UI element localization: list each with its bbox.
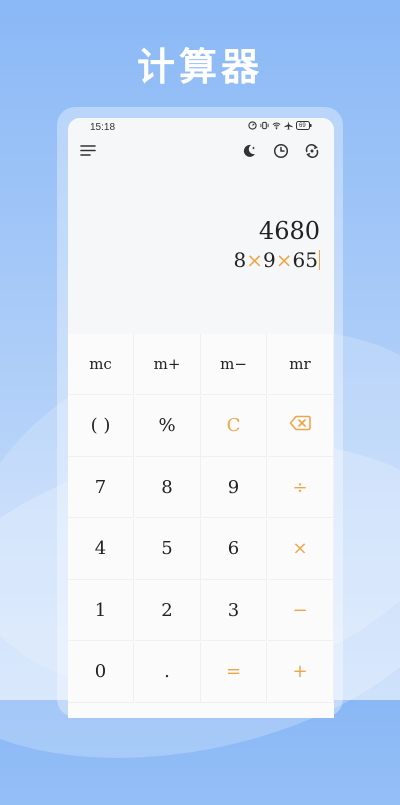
key-digit-1[interactable]: 1	[68, 580, 134, 641]
status-icons: 69	[248, 121, 312, 130]
backspace-icon	[289, 415, 311, 436]
key-digit-7[interactable]: 7	[68, 457, 134, 518]
key-label: ×	[292, 538, 308, 559]
vibrate-icon	[260, 121, 269, 130]
menu-icon	[80, 144, 96, 162]
text-cursor	[319, 250, 320, 270]
wifi-icon	[272, 121, 281, 130]
key-digit-3[interactable]: 3	[201, 580, 267, 641]
theme-toggle-button[interactable]	[238, 142, 260, 164]
key-label: 6	[227, 538, 240, 559]
key-label: 8	[161, 476, 173, 498]
result-display: 4680	[258, 217, 320, 245]
key-label: 7	[94, 476, 107, 498]
key-digit-5[interactable]: 5	[134, 518, 201, 580]
data-speed-icon	[248, 121, 257, 130]
battery-level: 69	[299, 122, 306, 129]
key-mc[interactable]: mc	[68, 334, 134, 395]
history-button[interactable]	[270, 142, 292, 164]
key-multiply[interactable]: ×	[267, 518, 334, 580]
promo-headline: 计算器	[136, 45, 263, 89]
key-digit-0[interactable]: 0	[68, 641, 134, 703]
key-label: .	[164, 661, 170, 682]
key-digit-9[interactable]: 9	[201, 457, 267, 518]
key-label: ( )	[90, 415, 111, 436]
expression-operator: ×	[246, 248, 264, 272]
clock-icon	[273, 143, 289, 164]
key-equals[interactable]: =	[201, 641, 267, 703]
key-label: 0	[94, 661, 107, 682]
key-label: ÷	[292, 476, 308, 498]
key-label: m−	[220, 355, 247, 373]
key-label: mc	[89, 355, 112, 373]
toolbar	[68, 142, 334, 166]
display-area: 15:18 69 4680 8×9×65	[68, 118, 334, 334]
key-label: 4	[94, 538, 107, 559]
key-percent[interactable]: %	[134, 395, 201, 457]
expression-operand: 65	[292, 248, 318, 272]
key-add[interactable]: +	[267, 641, 334, 703]
keypad: mc m+ m− mr ( )% C 7 8 9 ÷ 4 5 6 × 1 2 3 − 0. = +	[68, 334, 334, 718]
key-clear[interactable]: C	[201, 395, 267, 457]
key-digit-6[interactable]: 6	[201, 518, 267, 580]
key-subtract[interactable]: −	[267, 580, 334, 641]
key-digit-4[interactable]: 4	[68, 518, 134, 580]
key-digit-8[interactable]: 8	[134, 457, 201, 518]
status-bar: 15:18 69	[68, 118, 334, 138]
key-label: =	[225, 661, 242, 682]
key-m-minus[interactable]: m−	[201, 334, 267, 395]
key-label: 2	[161, 599, 173, 621]
key-label: 9	[227, 476, 240, 498]
key-label: 5	[161, 538, 173, 559]
key-digit-2[interactable]: 2	[134, 580, 201, 641]
key-divide[interactable]: ÷	[267, 457, 334, 518]
key-label: m+	[153, 355, 181, 373]
key-label: −	[292, 599, 308, 621]
key-mr[interactable]: mr	[267, 334, 334, 395]
key-label: mr	[289, 355, 311, 373]
battery-icon: 69	[296, 121, 312, 130]
status-time: 15:18	[90, 122, 116, 133]
menu-button[interactable]	[77, 142, 99, 164]
rotate-icon	[304, 143, 320, 164]
key-decimal[interactable]: .	[134, 641, 201, 703]
moon-icon	[241, 143, 257, 164]
key-label: 1	[94, 599, 107, 621]
expression-operator: ×	[275, 248, 293, 272]
expression-operand: 9	[263, 248, 276, 272]
convert-button[interactable]	[301, 142, 323, 164]
expression-input[interactable]: 8×9×65	[234, 248, 320, 272]
expression-operand: 8	[233, 248, 247, 272]
calculator-screen: 15:18 69 4680 8×9×65 mc m+ m− mr () % C…	[68, 118, 334, 718]
key-label: C	[226, 415, 241, 436]
key-parentheses[interactable]: ( )	[68, 395, 134, 457]
key-label: 3	[227, 599, 240, 621]
expression-text: 8×9×65	[234, 248, 318, 272]
key-label: +	[292, 661, 308, 682]
key-m-plus[interactable]: m+	[134, 334, 201, 395]
airplane-icon	[284, 121, 293, 130]
key-label: %	[158, 415, 176, 436]
key-backspace[interactable]	[267, 395, 334, 457]
